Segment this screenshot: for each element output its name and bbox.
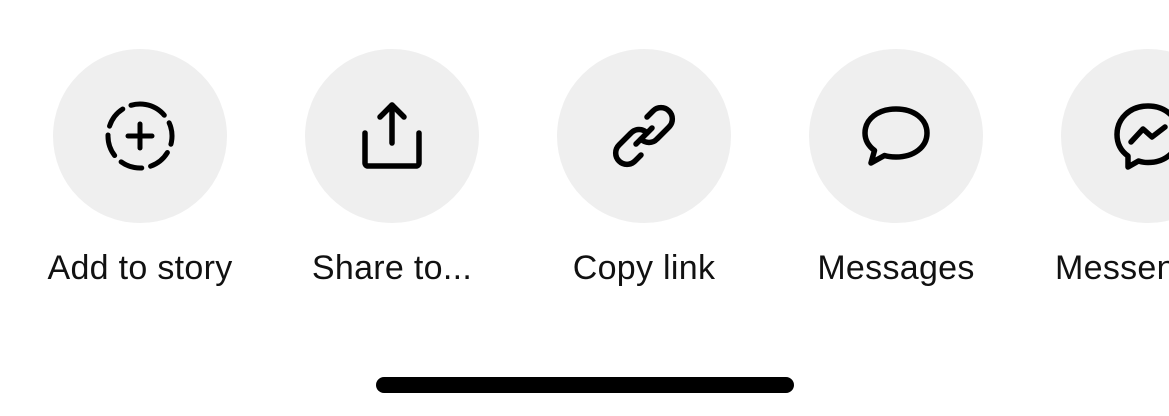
messages-label: Messages	[817, 249, 975, 287]
message-bubble-icon	[862, 106, 930, 166]
add-to-story-button[interactable]: Add to story	[10, 49, 270, 299]
share-sheet: Add to story Share to... Copy link Messa…	[0, 0, 1169, 416]
share-to-icon-circle[interactable]	[305, 49, 479, 223]
share-icon	[362, 102, 422, 169]
add-to-story-label: Add to story	[47, 249, 233, 287]
messages-button[interactable]: Messages	[766, 49, 1026, 299]
copy-link-icon-circle[interactable]	[557, 49, 731, 223]
share-to-label: Share to...	[311, 249, 473, 287]
add-to-story-icon-circle[interactable]	[53, 49, 227, 223]
messages-icon-circle[interactable]	[809, 49, 983, 223]
messenger-icon	[1114, 103, 1169, 170]
copy-link-button[interactable]: Copy link	[514, 49, 774, 299]
share-to-button[interactable]: Share to...	[262, 49, 522, 299]
copy-link-label: Copy link	[572, 249, 716, 287]
messenger-label: Messenger	[1055, 249, 1169, 287]
add-to-story-icon	[105, 101, 175, 171]
home-indicator-bar[interactable]	[376, 377, 794, 393]
share-actions-row: Add to story Share to... Copy link Messa…	[0, 0, 1169, 300]
messenger-icon-circle[interactable]	[1061, 49, 1169, 223]
link-icon	[612, 104, 676, 168]
messenger-button[interactable]: Messenger	[1018, 49, 1169, 299]
